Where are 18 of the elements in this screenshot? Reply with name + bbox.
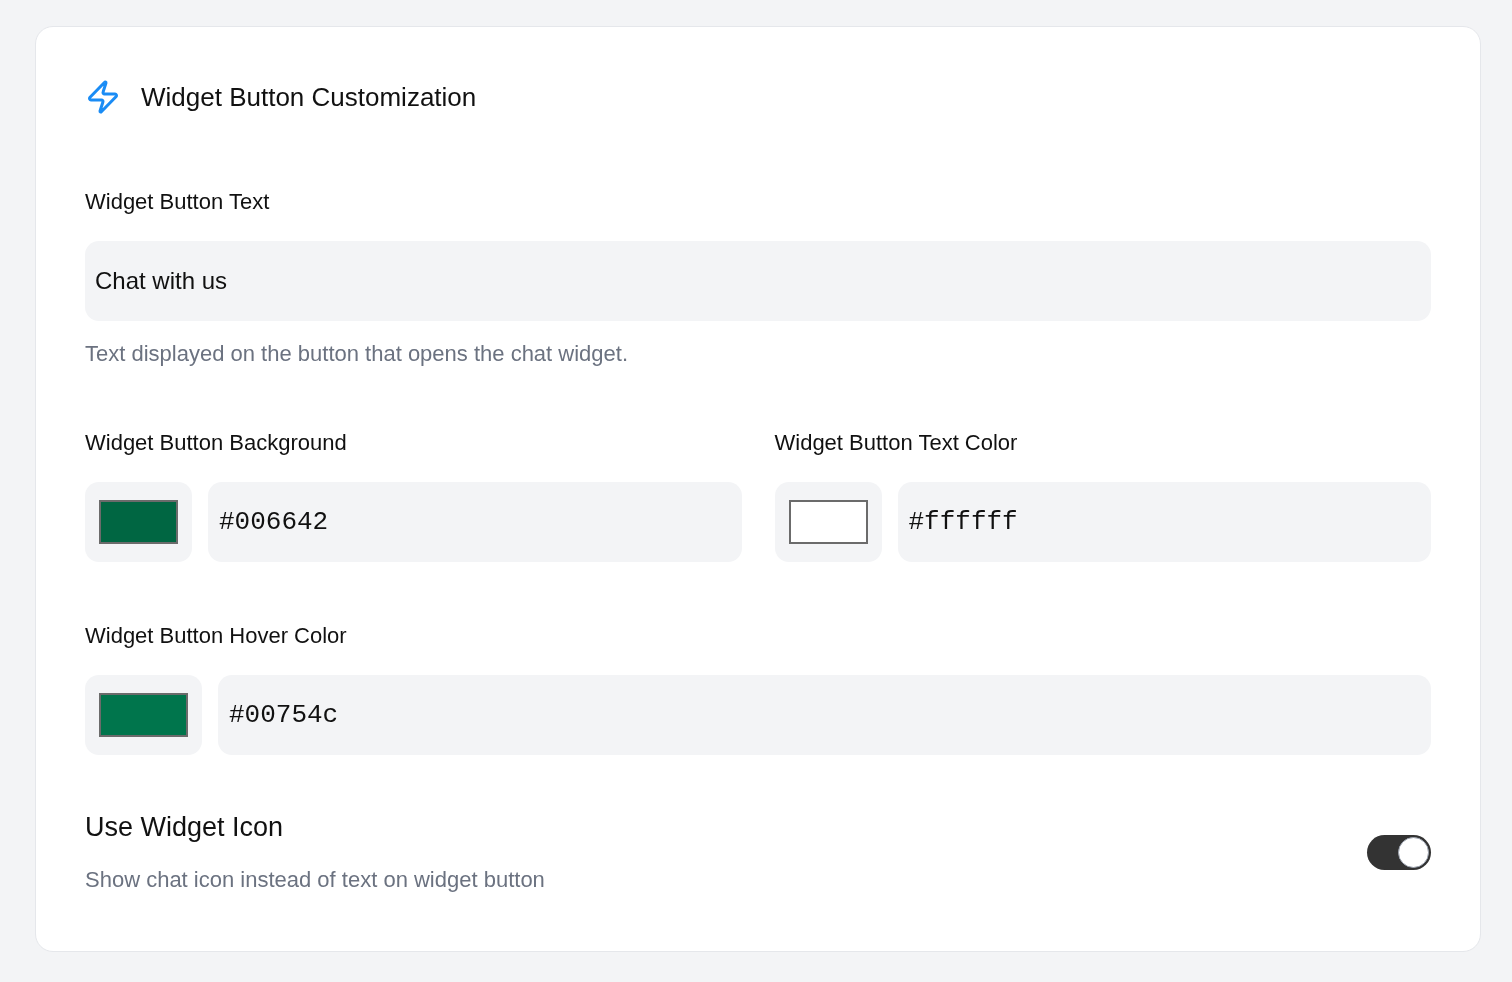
field-label: Widget Button Hover Color <box>85 622 348 650</box>
hex-input-field[interactable]: #00754c <box>218 675 1431 755</box>
field-label: Widget Button Background <box>85 429 348 457</box>
color-picker-button[interactable] <box>774 482 882 562</box>
field-label: Widget Button Text Color <box>774 429 1019 457</box>
toggle-description: Show chat icon instead of text on widget button <box>85 866 545 894</box>
section-title: Widget Button Customization <box>141 81 477 114</box>
hex-input-field[interactable]: #006642 <box>208 482 742 562</box>
text-input-field[interactable]: Chat with us <box>85 241 1431 321</box>
help-text: Text displayed on the button that opens the chat widget. <box>85 340 630 368</box>
color-picker-button[interactable] <box>85 675 202 755</box>
field-label: Widget Button Text <box>85 188 271 216</box>
toggle-switch[interactable] <box>1367 834 1431 870</box>
lightning-icon <box>85 79 121 115</box>
toggle-knob-icon <box>1398 836 1429 868</box>
color-picker-button[interactable] <box>85 482 192 562</box>
toggle-label: Use Widget Icon <box>85 811 285 844</box>
hex-input-field[interactable]: #ffffff <box>897 482 1431 562</box>
